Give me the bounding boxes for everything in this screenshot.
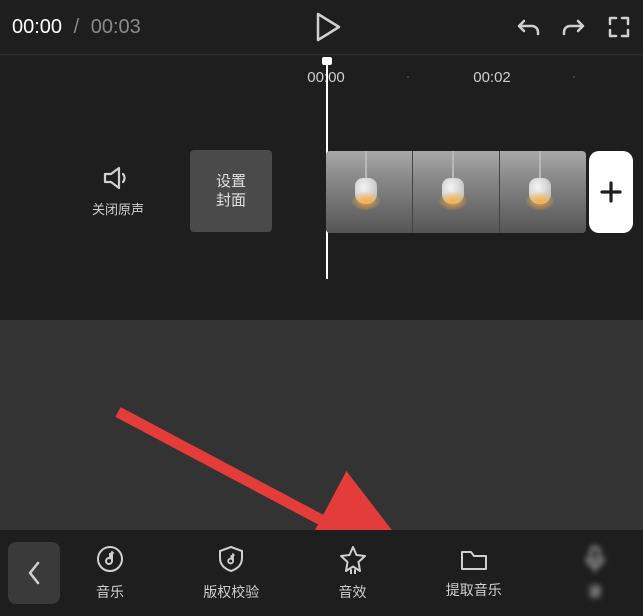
tool-label: 音乐 [96, 582, 124, 602]
timeline-area[interactable]: 00:00 · 00:02 · 关闭原声 设置 封面 [0, 54, 643, 334]
folder-icon [459, 546, 489, 572]
undo-icon [515, 16, 541, 38]
redo-icon [561, 16, 587, 38]
bottom-toolbar: 音乐 版权校验 音效 提取音乐 录 [0, 530, 643, 616]
mute-label: 关闭原声 [92, 199, 144, 218]
set-cover-button[interactable]: 设置 封面 [190, 150, 272, 232]
clip-thumbnail [326, 151, 412, 233]
tool-label: 提取音乐 [446, 580, 502, 600]
music-icon [95, 544, 125, 574]
fullscreen-icon [607, 15, 631, 39]
ruler-dot: · [406, 69, 410, 83]
tool-copyright-check[interactable]: 版权校验 [195, 544, 267, 602]
tool-extract-music[interactable]: 提取音乐 [438, 546, 510, 600]
star-icon [338, 544, 368, 574]
tool-music[interactable]: 音乐 [74, 544, 146, 602]
clip-thumbnail [412, 151, 499, 233]
microphone-icon [582, 544, 608, 574]
play-icon [315, 12, 341, 42]
tool-label: 音效 [339, 582, 367, 602]
time-display: 00:00 / 00:03 [12, 16, 141, 39]
player-top-bar: 00:00 / 00:03 [0, 0, 643, 54]
video-clip-track[interactable] [326, 151, 586, 233]
redo-button[interactable] [561, 16, 587, 38]
editor-body [0, 320, 643, 530]
current-time: 00:00 [12, 16, 62, 38]
undo-button[interactable] [515, 16, 541, 38]
plus-icon [598, 179, 624, 205]
tool-label: 录 [588, 582, 602, 602]
mute-original-button[interactable]: 关闭原声 [82, 165, 154, 218]
time-separator: / [74, 16, 80, 38]
speaker-icon [103, 165, 133, 191]
chevron-left-icon [26, 560, 42, 586]
fullscreen-button[interactable] [607, 15, 631, 39]
shield-icon [217, 544, 245, 574]
clips-row: 关闭原声 设置 封面 [0, 151, 643, 231]
ruler-tick-1: 00:02 [473, 69, 511, 86]
back-button[interactable] [8, 542, 60, 604]
ruler-dot: · [572, 69, 576, 83]
play-button[interactable] [315, 12, 341, 42]
time-ruler: 00:00 · 00:02 · [0, 69, 643, 101]
add-clip-button[interactable] [589, 151, 633, 233]
tool-voiceover[interactable]: 录 [559, 544, 631, 602]
tool-label: 版权校验 [203, 582, 259, 602]
total-time: 00:03 [91, 16, 141, 38]
clip-thumbnail [499, 151, 586, 233]
tool-sound-effects[interactable]: 音效 [317, 544, 389, 602]
